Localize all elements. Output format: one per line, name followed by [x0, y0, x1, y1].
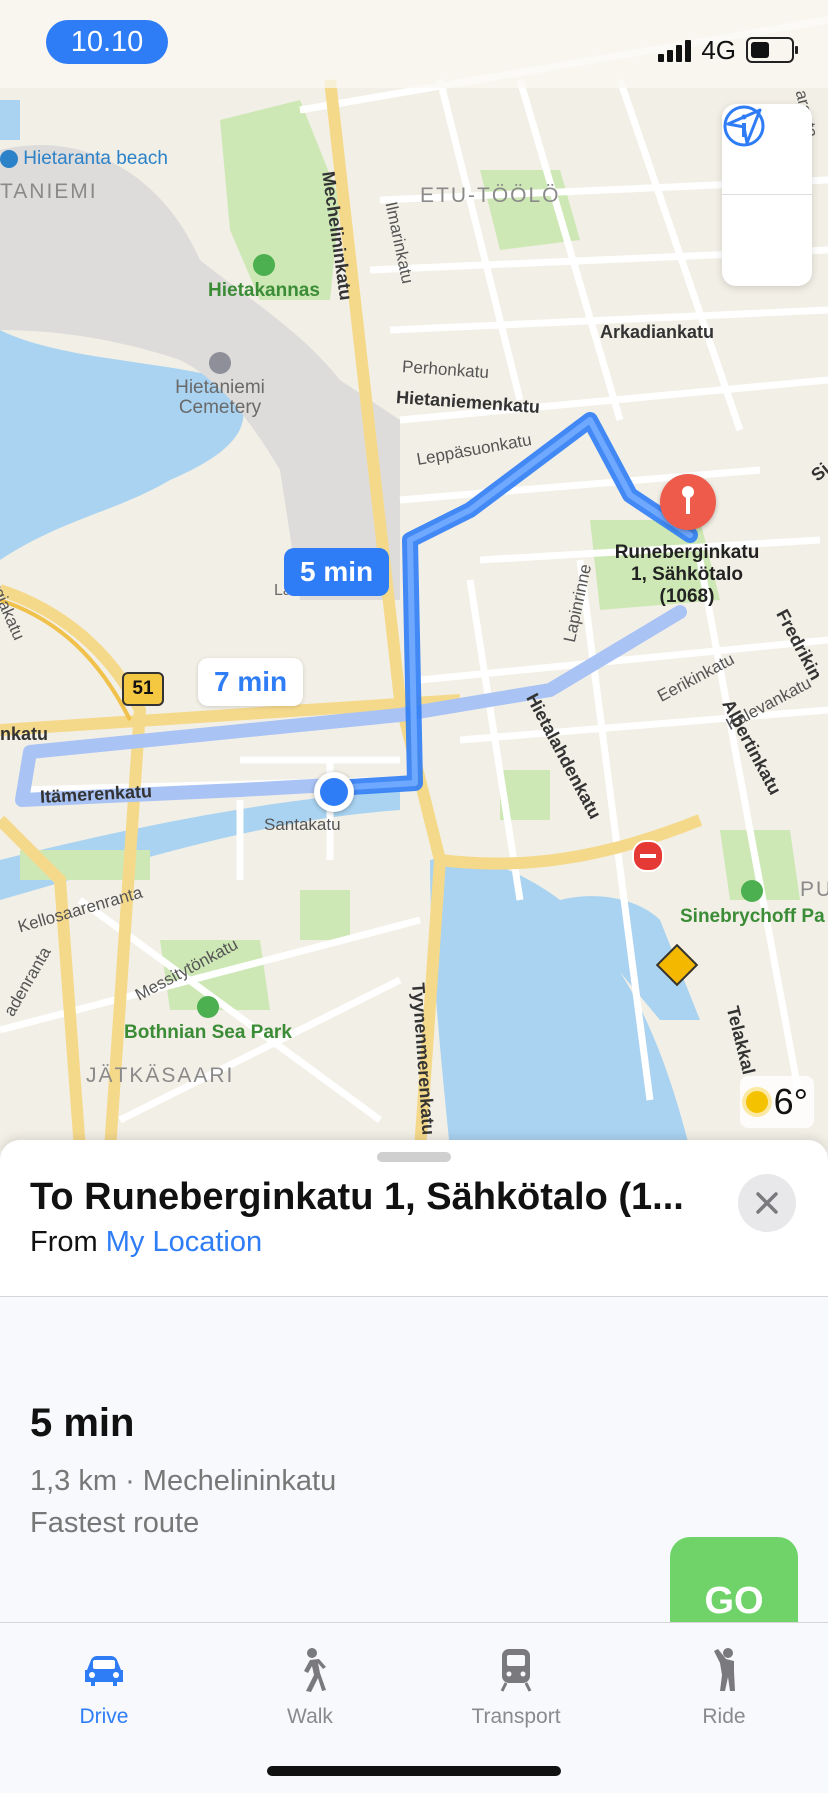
destination-pin-icon[interactable] [660, 474, 716, 530]
train-icon [436, 1643, 596, 1697]
district-label-jatkasaari: JÄTKÄSAARI [86, 1064, 235, 1087]
from-prefix: From [30, 1226, 98, 1258]
route-duration: 5 min [30, 1401, 135, 1445]
route-callout-5-min[interactable]: 5 min [284, 548, 390, 596]
locate-me-button[interactable] [722, 108, 812, 285]
beach-icon [0, 149, 18, 168]
road-shield-51: 51 [122, 672, 164, 706]
ride-icon [644, 1643, 804, 1697]
status-bar: 10.10 4G [0, 0, 828, 88]
park-hietakannas[interactable]: Hietakannas [208, 254, 320, 302]
tab-ride-label: Ride [702, 1705, 746, 1728]
sheet-grabber[interactable] [377, 1152, 451, 1162]
street-label-arkadiankatu: Arkadiankatu [600, 322, 715, 342]
street-label-nkatu: nkatu [0, 724, 49, 744]
poi-hietaranta-beach[interactable]: Hietaranta beach [0, 148, 168, 170]
route-callout-7-min[interactable]: 7 min [198, 658, 304, 706]
status-indicators: 4G [658, 30, 798, 70]
sun-icon [745, 1091, 768, 1113]
from-location-link[interactable]: My Location [106, 1226, 262, 1258]
route-note: Fastest route [30, 1507, 200, 1539]
tab-drive[interactable]: Drive [24, 1643, 184, 1729]
location-arrow-icon [726, 108, 762, 145]
cemetery-icon [209, 352, 231, 374]
network-type: 4G [701, 34, 736, 65]
battery-icon [746, 37, 798, 63]
weather-temperature: 6° [773, 1081, 808, 1122]
no-entry-icon[interactable] [632, 840, 664, 872]
district-label-etu-toolo: ETU-TÖÖLÖ [420, 184, 561, 207]
weather-indicator: 6° [739, 1076, 814, 1128]
current-location-dot[interactable] [314, 772, 354, 812]
street-label-santakatu: Santakatu [264, 815, 341, 834]
park-sinebrychoff[interactable]: Sinebrychoff Pa [680, 880, 825, 928]
tab-transport-label: Transport [471, 1705, 561, 1728]
status-time[interactable]: 10.10 [46, 20, 168, 64]
tab-walk[interactable]: Walk [230, 1643, 390, 1729]
district-label-taniemi: TANIEMI [0, 180, 98, 203]
walk-icon [230, 1643, 390, 1697]
tab-walk-label: Walk [287, 1705, 333, 1728]
tree-icon [252, 254, 275, 276]
signal-icon [658, 38, 692, 62]
destination-title: To Runeberginkatu 1, Sähkötalo (1... [30, 1176, 684, 1218]
tab-drive-label: Drive [79, 1705, 129, 1728]
from-row: From My Location [30, 1226, 262, 1259]
route-distance-via: 1,3 km · Mechelininkatu [30, 1465, 337, 1497]
home-indicator[interactable] [267, 1766, 561, 1776]
map-controls [722, 104, 812, 286]
tree-icon [196, 996, 219, 1018]
tab-ride[interactable]: Ride [644, 1643, 804, 1729]
car-icon [24, 1643, 184, 1697]
tree-icon [741, 880, 764, 902]
map-view[interactable]: TANIEMI ETU-TÖÖLÖ JÄTKÄSAARI PU Hietaran… [0, 0, 828, 1150]
park-bothnian-sea[interactable]: Bothnian Sea Park [124, 996, 292, 1044]
tab-transport[interactable]: Transport [436, 1643, 596, 1729]
destination-label: Runeberginkatu 1, Sähkötalo (1068) [614, 542, 760, 607]
close-icon [756, 1192, 778, 1214]
close-button[interactable] [738, 1174, 796, 1232]
poi-hietaniemi-cemetery[interactable]: Hietaniemi Cemetery [166, 352, 274, 418]
